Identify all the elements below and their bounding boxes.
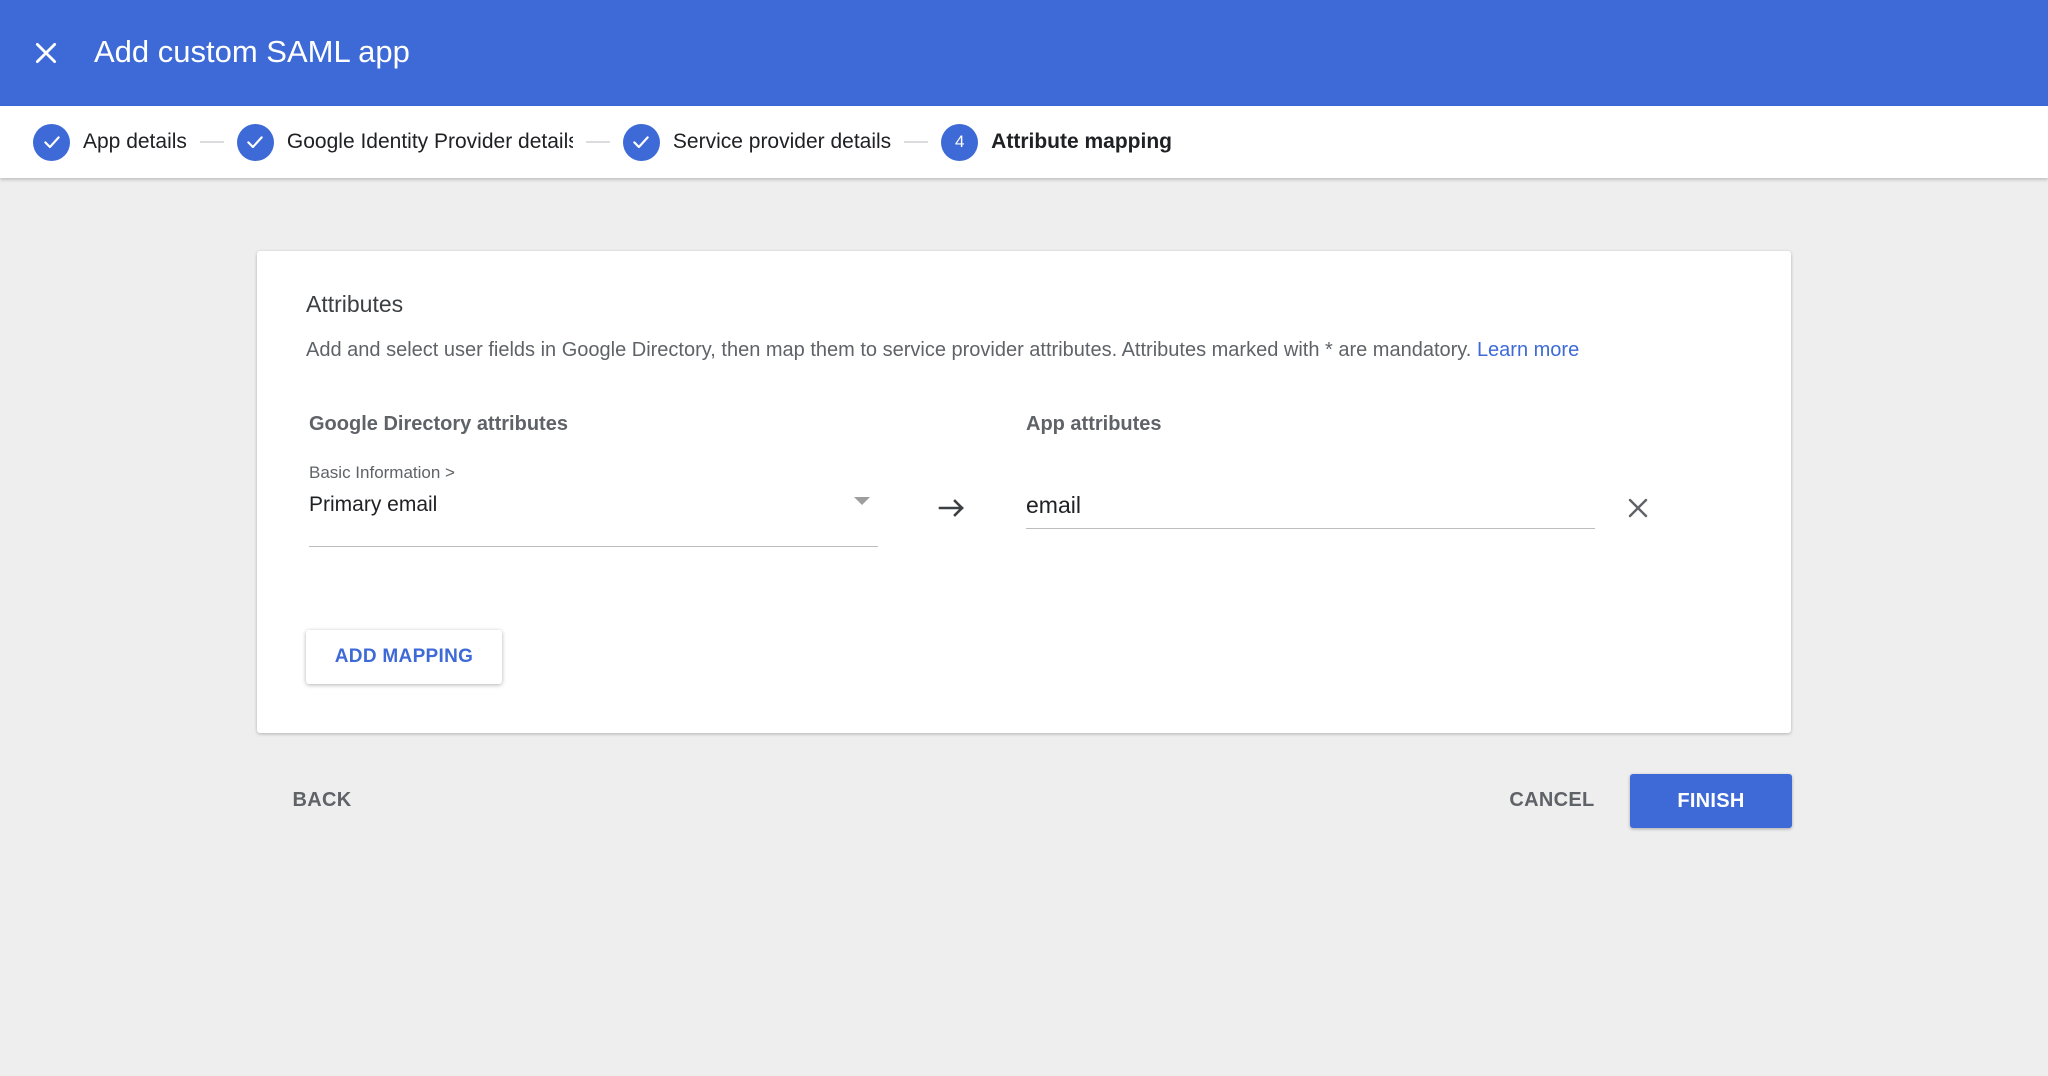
check-icon: [622, 123, 660, 161]
card-title: Attributes: [306, 291, 404, 317]
add-mapping-button[interactable]: ADD MAPPING: [306, 630, 502, 684]
step-label: App details: [83, 130, 187, 153]
app-attribute-field[interactable]: [1026, 487, 1595, 529]
chevron-down-icon: [854, 497, 870, 505]
step-attribute-mapping[interactable]: 4 Attribute mapping: [941, 123, 1172, 161]
attributes-card: Attributes Add and select user fields in…: [257, 251, 1791, 733]
stepper: App details Google Identity Provider det…: [0, 106, 2048, 178]
page-title: Add custom SAML app: [94, 34, 410, 69]
select-value: Primary email: [309, 493, 438, 516]
step-app-details[interactable]: App details: [33, 123, 187, 161]
back-button[interactable]: BACK: [283, 775, 361, 825]
step-label: Google Identity Provider details: [286, 130, 573, 153]
app-attributes-header: App attributes: [1026, 413, 1162, 435]
learn-more-link[interactable]: Learn more: [1477, 339, 1579, 361]
step-divider: [585, 141, 610, 143]
remove-mapping-button[interactable]: [1621, 491, 1655, 525]
step-label: Service provider details: [672, 130, 892, 153]
close-button[interactable]: [26, 33, 66, 73]
step-number: 4: [941, 123, 979, 161]
step-label: Attribute mapping: [991, 130, 1172, 153]
step-service-provider-details[interactable]: Service provider details: [622, 123, 892, 161]
app-attribute-input[interactable]: [1026, 487, 1595, 523]
card-description: Add and select user fields in Google Dir…: [306, 339, 1579, 362]
step-google-idp-details[interactable]: Google Identity Provider details: [236, 123, 573, 161]
check-icon: [33, 123, 70, 161]
google-directory-attributes-header: Google Directory attributes: [309, 413, 568, 435]
close-icon: [1628, 498, 1648, 518]
check-icon: [236, 123, 274, 161]
arrow-right-icon: [938, 498, 966, 523]
step-divider: [904, 141, 929, 143]
app-header: Add custom SAML app: [0, 0, 2048, 106]
step-divider: [199, 141, 224, 143]
select-category: Basic Information >: [309, 463, 455, 482]
description-text: Add and select user fields in Google Dir…: [306, 339, 1472, 361]
finish-button[interactable]: FINISH: [1630, 774, 1792, 828]
directory-attribute-select[interactable]: Basic Information > Primary email: [309, 463, 878, 547]
close-icon: [35, 42, 57, 64]
cancel-button[interactable]: CANCEL: [1502, 775, 1602, 825]
